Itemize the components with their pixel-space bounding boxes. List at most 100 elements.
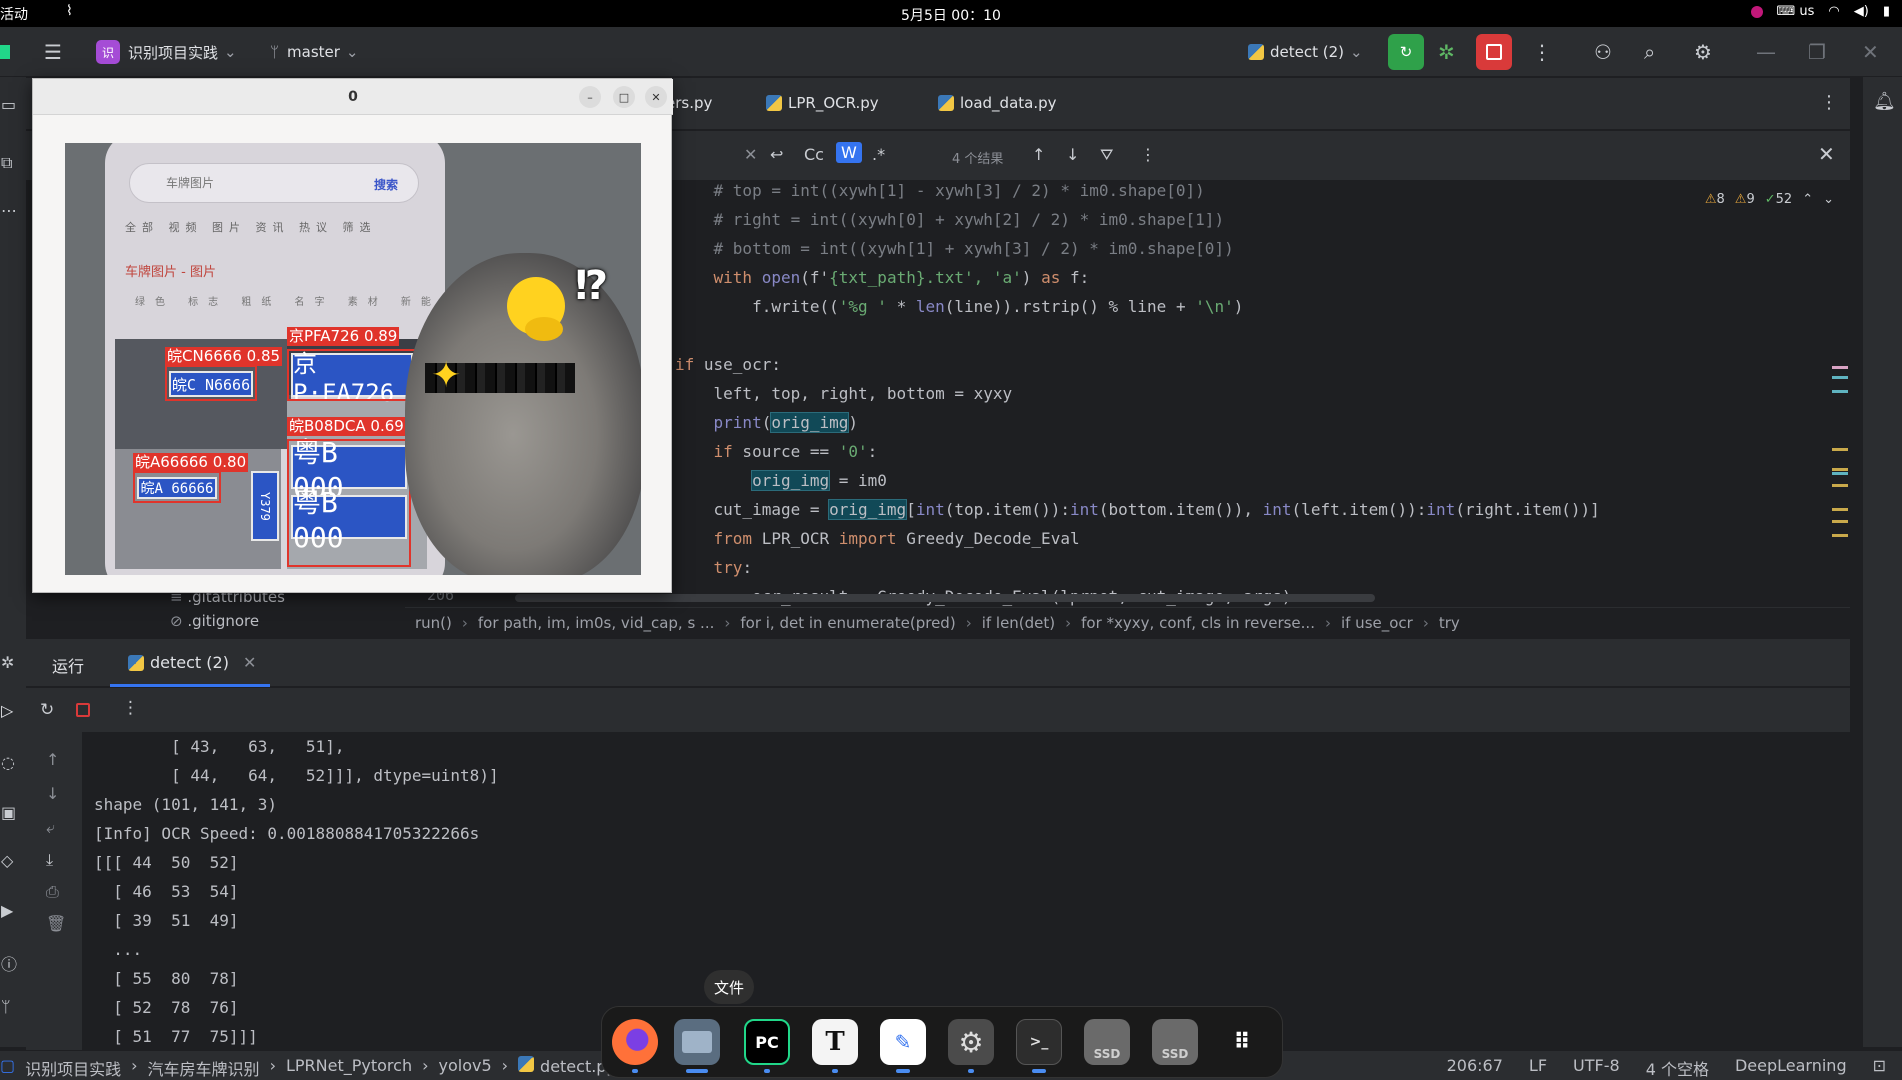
debug-tool-icon[interactable]: ✲	[1, 653, 14, 672]
code-line[interactable]: if use_ocr:	[675, 350, 781, 379]
minimize-window-icon[interactable]: —	[1756, 27, 1776, 77]
breadcrumb-item[interactable]: for *xyxy, conf, cls in reverse...	[1081, 614, 1315, 632]
terminal-icon[interactable]: ▣	[1, 803, 16, 822]
previous-occurrence-icon[interactable]: ↑	[1032, 145, 1045, 164]
ssd-drive-icon[interactable]: SSD	[1152, 1019, 1198, 1065]
regex-button[interactable]: .*	[872, 145, 885, 164]
structure-icon[interactable]: ⧉	[1, 153, 12, 173]
wifi-icon[interactable]: ◠	[1828, 4, 1839, 19]
ssd-drive-icon[interactable]: SSD	[1084, 1019, 1130, 1065]
tab-lpr-ocr-py[interactable]: LPR_OCR.py	[766, 94, 879, 112]
words-button[interactable]: W	[836, 142, 862, 163]
tab-load-data-py[interactable]: load_data.py	[938, 94, 1057, 112]
lock-icon[interactable]: ⊡	[1873, 1056, 1886, 1080]
main-menu-icon[interactable]: ☰	[44, 27, 62, 77]
layers-icon[interactable]: ◇	[1, 851, 13, 870]
stop-icon[interactable]	[76, 703, 90, 717]
scroll-to-end-icon[interactable]: ⤓	[46, 850, 53, 870]
search-everywhere-icon[interactable]: ⌕	[1644, 27, 1655, 77]
rerun-button[interactable]: ↻	[1388, 27, 1424, 77]
code-line[interactable]: # bottom = int((xywh[1] + xywh[3] / 2) *…	[675, 234, 1234, 263]
tab-detect-run[interactable]: detect (2) ✕	[128, 653, 256, 672]
text-editor-icon[interactable]: ✎	[880, 1019, 926, 1065]
code-line[interactable]: if source == '0':	[675, 437, 878, 466]
scroll-down-icon[interactable]: ↓	[46, 784, 59, 803]
code-line[interactable]: f.write(('%g ' * len(line)).rstrip() % l…	[675, 292, 1243, 321]
breadcrumb-item[interactable]: if len(det)	[982, 614, 1055, 632]
code-line[interactable]: from LPR_OCR import Greedy_Decode_Eval	[675, 524, 1080, 553]
settings-gear-icon[interactable]: ⚙	[1694, 27, 1712, 77]
close-window-icon[interactable]: ✕	[1862, 27, 1879, 77]
nav-item[interactable]: 识别项目实践	[25, 1056, 121, 1080]
next-highlight-icon[interactable]: ⌄	[1823, 192, 1834, 207]
breadcrumb-item[interactable]: try	[1439, 614, 1460, 632]
code-line[interactable]: try:	[675, 553, 753, 582]
caret-position[interactable]: 206:67	[1447, 1056, 1503, 1080]
services-icon[interactable]: ▶	[1, 901, 13, 920]
run-console[interactable]: ↑ ↓ ⤶ ⤓ ⎙ 🗑︎ [ 43, 63, 51], [ 44, 64, 52…	[26, 732, 1850, 1050]
scroll-up-icon[interactable]: ↑	[46, 750, 59, 769]
nav-item[interactable]: 汽车房车牌识别	[148, 1056, 260, 1080]
breadcrumb-item[interactable]: for path, im, im0s, vid_cap, s ...	[478, 614, 714, 632]
notifications-bell-icon[interactable]: 🔔︎	[1873, 91, 1896, 112]
branch-switcher[interactable]: ᛘ master ⌄	[270, 27, 359, 77]
maximize-icon[interactable]: □	[613, 86, 635, 108]
breadcrumb-item[interactable]: run()	[415, 614, 452, 632]
battery-icon[interactable]: ▮	[1883, 4, 1890, 19]
code-line[interactable]: # right = int((xywh[0] + xywh[2] / 2) * …	[675, 205, 1225, 234]
git-icon[interactable]: ᛘ	[1, 997, 11, 1016]
minimize-icon[interactable]: –	[579, 86, 601, 108]
code-line[interactable]: print(orig_img)	[675, 408, 858, 437]
system-tray[interactable]: ⌨ us ◠ ◀) ▮	[1750, 4, 1890, 19]
typora-icon[interactable]: T	[812, 1019, 858, 1065]
project-file-gitignore[interactable]: ⊘ .gitignore	[170, 612, 259, 630]
problems-icon[interactable]: ⓘ	[1, 951, 17, 975]
file-encoding[interactable]: UTF-8	[1573, 1056, 1620, 1080]
python-packages-icon[interactable]: ◌	[1, 753, 15, 772]
settings-icon[interactable]: ⚙	[948, 1019, 994, 1065]
volume-icon[interactable]: ◀)	[1854, 4, 1869, 19]
run-tool-icon[interactable]: ▷	[1, 701, 13, 720]
clear-search-icon[interactable]: ✕	[744, 145, 757, 164]
code-line[interactable]: # top = int((xywh[1] - xywh[3] / 2) * im…	[675, 182, 1205, 205]
print-icon[interactable]: ⎙	[46, 882, 59, 902]
code-line[interactable]: with open(f'{txt_path}.txt', 'a') as f:	[675, 263, 1090, 292]
nav-item[interactable]: yolov5	[438, 1056, 491, 1080]
breadcrumb-item[interactable]: for i, det in enumerate(pred)	[740, 614, 955, 632]
firefox-icon[interactable]	[612, 1019, 658, 1065]
show-apps-grid-icon[interactable]: ⠿	[1220, 1019, 1266, 1065]
soft-wrap-icon[interactable]: ⤶	[46, 818, 55, 838]
app-indicator-icon[interactable]	[1750, 5, 1763, 18]
debug-button[interactable]: ✲	[1438, 27, 1455, 77]
more-actions-icon[interactable]: ⋮	[1532, 27, 1552, 77]
code-line[interactable]: cut_image = orig_img[int(top.item()):int…	[675, 495, 1600, 524]
find-options-icon[interactable]: ⋮	[1140, 145, 1156, 164]
close-icon[interactable]: ✕	[645, 86, 667, 108]
python-interpreter[interactable]: DeepLearning	[1735, 1056, 1847, 1080]
next-occurrence-icon[interactable]: ↓	[1066, 145, 1079, 164]
activities-button[interactable]: 活动	[0, 4, 28, 24]
code-line[interactable]: left, top, right, bottom = xyxy	[675, 379, 1013, 408]
clear-all-icon[interactable]: 🗑︎	[46, 914, 66, 933]
close-find-bar-icon[interactable]: ✕	[1818, 142, 1835, 166]
pycharm-icon[interactable]: PC	[744, 1019, 790, 1065]
terminal-app-icon[interactable]: >_	[1016, 1019, 1062, 1065]
clock[interactable]: 5月5日 00：10	[0, 5, 1902, 25]
line-separator[interactable]: LF	[1529, 1056, 1547, 1080]
indent-setting[interactable]: 4 个空格	[1646, 1056, 1709, 1080]
files-icon[interactable]	[674, 1019, 720, 1065]
nav-item[interactable]: LPRNet_Pytorch	[286, 1056, 412, 1080]
inspection-widget[interactable]: ⚠8 ⚠9 ✓52 ⌃ ⌄	[1705, 192, 1834, 207]
rerun-icon[interactable]: ↻	[40, 700, 54, 720]
code-line[interactable]: orig_img = im0	[675, 466, 887, 495]
project-switcher[interactable]: 识 识别项目实践 ⌄	[96, 27, 237, 77]
new-line-icon[interactable]: ↩	[770, 145, 783, 164]
more-options-icon[interactable]: ⋮	[122, 698, 139, 718]
horizontal-scrollbar[interactable]	[515, 594, 1375, 602]
previous-highlight-icon[interactable]: ⌃	[1802, 192, 1813, 207]
filter-icon[interactable]: ⛛	[1100, 145, 1113, 165]
tab-options-icon[interactable]: ⋮	[1820, 92, 1838, 113]
stop-button[interactable]	[1476, 27, 1512, 77]
opencv-image-window[interactable]: 0 – □ ✕ 车牌图片 搜索 全部 视频 图片 资讯 热议 筛选 车牌图片 - …	[32, 78, 673, 593]
keyboard-layout-indicator[interactable]: ⌨ us	[1777, 4, 1815, 19]
